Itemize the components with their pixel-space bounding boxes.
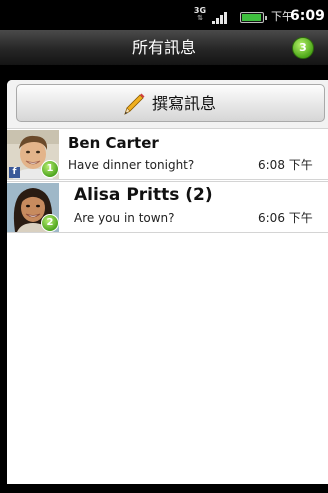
- message-time: 6:06 下午: [258, 211, 313, 225]
- message-thread[interactable]: f 1 Ben Carter Have dinner tonight? 6:08…: [7, 128, 328, 180]
- compose-label: 撰寫訊息: [152, 94, 217, 113]
- contact-name: Alisa Pritts (2): [74, 185, 213, 205]
- unread-count-badge: 3: [292, 37, 314, 59]
- unread-badge: 2: [41, 214, 59, 232]
- facebook-icon: f: [9, 167, 20, 178]
- signal-icon: [212, 10, 234, 24]
- pencil-icon: [124, 93, 145, 115]
- title-bar: 所有訊息: [0, 30, 328, 66]
- compose-row: 撰寫訊息: [7, 80, 328, 128]
- message-time: 6:08 下午: [258, 158, 313, 172]
- status-bar: 3G ⇅ 下午 6:09: [0, 0, 328, 30]
- battery-icon: [240, 12, 267, 23]
- 3g-icon: 3G ⇅: [193, 7, 207, 22]
- message-snippet: Are you in town?: [74, 211, 175, 225]
- unread-badge: 1: [41, 160, 59, 178]
- page-title: 所有訊息: [131, 38, 196, 57]
- data-arrows-icon: ⇅: [197, 14, 203, 22]
- bottom-bar: [0, 484, 328, 493]
- message-snippet: Have dinner tonight?: [68, 158, 195, 172]
- contact-name: Ben Carter: [68, 134, 159, 152]
- message-list-panel: 撰寫訊息 f 1 Ben Carter Have dinner tonight?…: [7, 80, 328, 484]
- status-time: 6:09: [290, 8, 325, 24]
- message-thread[interactable]: 2 Alisa Pritts (2) Are you in town? 6:06…: [7, 181, 328, 233]
- compose-button[interactable]: 撰寫訊息: [16, 84, 325, 122]
